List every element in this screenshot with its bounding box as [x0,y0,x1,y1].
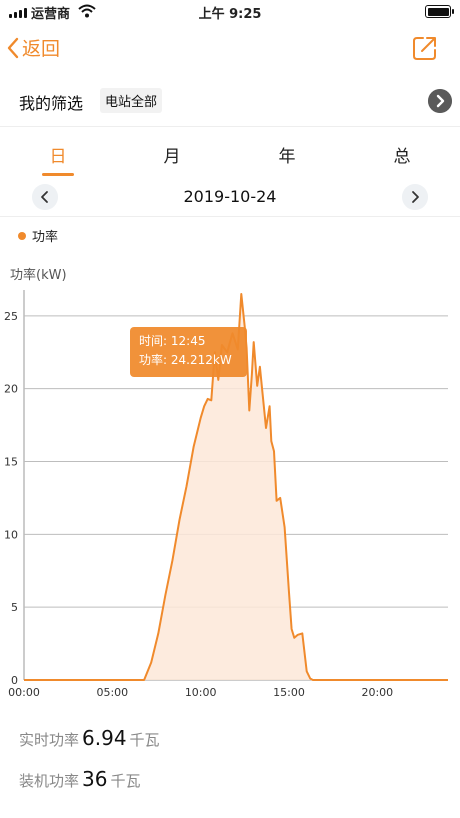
stat-label: 实时功率 [19,731,80,749]
chevron-right-icon[interactable] [428,89,452,113]
tab-year[interactable]: 年 [257,142,317,167]
back-button[interactable]: 返回 [6,34,60,61]
station-filter-chip[interactable]: 电站全部 [100,88,163,113]
chart-tooltip: 时间: 12:45 功率: 24.212kW [130,327,247,377]
tab-month[interactable]: 月 [142,142,202,167]
share-icon[interactable] [410,33,440,63]
realtime-power-stat: 实时功率 6.94 千瓦 [19,726,160,750]
legend-label: 功率 [32,230,59,245]
status-time: 上午 9:25 [198,7,262,22]
stat-value: 36 [82,767,108,791]
x-tick-label: 10:00 [185,686,217,699]
chevron-left-icon [7,37,19,58]
status-bar: 运营商 上午 9:25 [0,0,460,24]
tooltip-time-row: 时间: 12:45 [139,332,238,351]
x-tick-label: 05:00 [96,686,128,699]
tooltip-time-value: 12:45 [170,334,206,348]
tooltip-power-row: 功率: 24.212kW [139,351,238,370]
stat-unit: 千瓦 [110,772,141,790]
next-date-button[interactable] [402,184,428,210]
tab-total[interactable]: 总 [372,142,432,167]
current-date: 2019-10-24 [183,187,277,206]
stat-label: 装机功率 [19,772,80,790]
tooltip-power-label: 功率: [139,353,168,367]
chart-legend: 功率 [18,226,58,245]
x-tick-label: 00:00 [8,686,40,699]
y-tick-label: 20 [4,383,18,396]
installed-power-stat: 装机功率 36 千瓦 [19,767,140,791]
y-tick-label: 25 [4,310,18,323]
period-tabs: 日 月 年 总 [0,134,460,178]
y-tick-label: 5 [11,601,18,614]
nav-bar: 返回 [0,24,460,74]
x-tick-label: 15:00 [273,686,305,699]
y-tick-label: 10 [4,528,18,541]
back-label: 返回 [22,38,61,60]
battery-icon [425,5,454,18]
filter-label: 我的筛选 [19,94,84,113]
legend-dot [18,231,26,240]
stat-unit: 千瓦 [129,731,160,749]
active-tab-indicator [42,173,74,176]
tooltip-power-value: 24.212kW [170,353,232,367]
tab-day[interactable]: 日 [28,142,88,167]
filter-row: 我的筛选 电站全部 [0,76,460,127]
tooltip-time-label: 时间: [139,334,168,348]
y-tick-label: 15 [4,456,18,469]
x-tick-label: 20:00 [361,686,393,699]
date-row: 2019-10-24 [0,178,460,217]
stat-value: 6.94 [82,726,127,750]
